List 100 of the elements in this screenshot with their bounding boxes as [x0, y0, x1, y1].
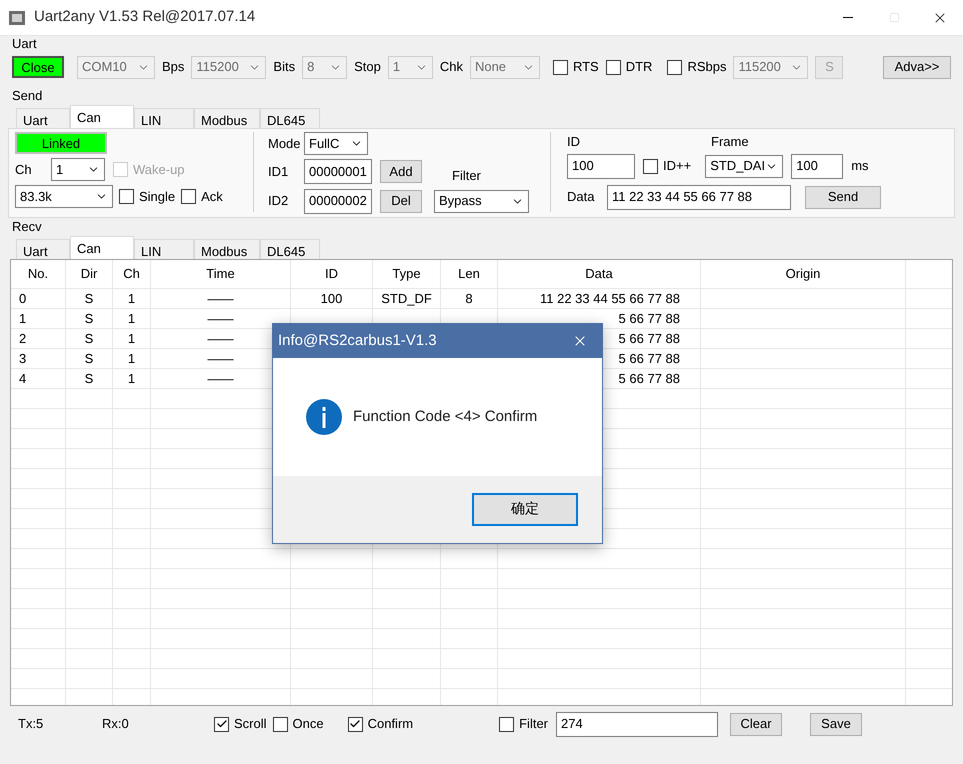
table-cell-text: 5 66 77 88	[618, 350, 680, 368]
tab[interactable]: Can	[70, 105, 134, 128]
table-cell-text: S	[84, 290, 94, 308]
table-cell-text: 8	[465, 290, 473, 308]
table-cell-text: 1	[128, 370, 136, 388]
checkbox-label: Once	[292, 715, 324, 734]
close-port-button[interactable]: Close	[12, 56, 64, 78]
group-label: Recv	[12, 220, 43, 234]
checkbox[interactable]	[348, 716, 363, 732]
dropdown[interactable]: FullC	[304, 132, 368, 155]
table-cell-text: ——	[208, 330, 234, 348]
table-cell-text: 5 66 77 88	[618, 370, 680, 388]
checkbox-label: ID++	[663, 157, 692, 176]
linked-indicator: Linked	[15, 132, 107, 154]
del-button[interactable]: Del	[380, 190, 422, 212]
table-cell-text: 3	[19, 350, 26, 368]
checkbox-label: Scroll	[234, 715, 267, 734]
tab[interactable]: Modbus	[194, 108, 260, 128]
checkbox[interactable]	[667, 60, 682, 74]
table-cell-text: 1	[19, 310, 26, 328]
id2-field[interactable]: 00000002	[304, 188, 372, 214]
tab[interactable]: Modbus	[194, 239, 260, 259]
tab[interactable]: LIN	[134, 108, 194, 128]
table-cell-text: ——	[208, 310, 234, 328]
checkbox[interactable]	[643, 158, 658, 174]
check-icon	[216, 718, 228, 730]
table-cell-text: S	[84, 330, 94, 348]
checkbox[interactable]	[606, 60, 621, 74]
checkbox[interactable]	[272, 716, 288, 732]
checkbox-label: Wake-up	[133, 160, 185, 179]
table-cell-text: S	[84, 310, 94, 328]
rx-count: Rx:0	[102, 715, 130, 734]
check-icon	[349, 718, 362, 730]
dropdown[interactable]: 83.3k	[15, 185, 113, 208]
chk-label: Chk	[440, 58, 463, 76]
group-label: Uart	[12, 37, 38, 51]
tab[interactable]: DL645	[260, 108, 320, 128]
checkbox-label: DTR	[626, 58, 652, 76]
tab[interactable]: LIN	[134, 239, 194, 259]
data-field[interactable]: 11 22 33 44 55 66 77 88	[607, 184, 791, 210]
filter-label: Filter	[452, 167, 481, 185]
maximize-icon	[888, 12, 900, 23]
table-cell-text: 100	[320, 290, 342, 308]
table-cell-text: STD_DF	[381, 290, 432, 308]
advanced-button[interactable]: Adva>>	[883, 56, 951, 78]
id-label: ID	[567, 133, 581, 151]
stop-label: Stop	[354, 58, 381, 76]
table-cell-text: 1	[128, 350, 136, 368]
ch-label: Ch	[15, 160, 33, 179]
table-cell-text: 1	[128, 290, 136, 308]
id2-label: ID2	[268, 192, 290, 210]
dialog-title: Info@RS2carbus1-V1.3	[278, 330, 437, 351]
checkbox[interactable]	[181, 189, 196, 204]
filter-field[interactable]: 274	[556, 712, 718, 736]
table-cell-text: ——	[208, 290, 234, 308]
tab[interactable]: Uart	[16, 108, 70, 128]
data-label: Data	[567, 188, 596, 206]
column-header: Time	[206, 265, 235, 284]
window-title: Uart2any V1.53 Rel@2017.07.14	[34, 7, 256, 28]
send-button[interactable]: Send	[805, 186, 881, 208]
checkbox[interactable]	[214, 716, 229, 732]
ok-button[interactable]: 确定	[472, 493, 578, 526]
column-header: Type	[392, 265, 421, 284]
table-cell-text: 1	[128, 310, 136, 328]
save-button[interactable]: Save	[810, 712, 862, 736]
tab[interactable]: Uart	[16, 239, 70, 259]
checkbox[interactable]	[499, 716, 514, 732]
clear-button[interactable]: Clear	[730, 712, 782, 736]
table-cell-text: 0	[19, 290, 26, 308]
table-cell-text: ——	[208, 370, 234, 388]
table-cell-text: 4	[19, 370, 26, 388]
id1-label: ID1	[268, 163, 290, 181]
table-cell-text: S	[84, 350, 94, 368]
id-field[interactable]: 100	[567, 154, 635, 178]
frame-label: Frame	[711, 133, 749, 151]
bits-label: Bits	[273, 58, 296, 76]
dropdown[interactable]: Bypass	[434, 190, 529, 212]
group-label: Send	[12, 89, 44, 103]
add-button[interactable]: Add	[380, 160, 422, 184]
info-icon	[305, 398, 343, 436]
dialog-message: Function Code <4> Confirm	[353, 406, 538, 427]
column-header: Data	[585, 265, 613, 284]
tab[interactable]: DL645	[260, 239, 320, 259]
mode-label: Mode	[268, 134, 300, 153]
table-cell-text: 1	[128, 330, 136, 348]
checkbox[interactable]	[119, 189, 134, 204]
tab[interactable]: Can	[70, 236, 134, 259]
table-cell-text: 5 66 77 88	[618, 330, 680, 348]
checkbox[interactable]	[552, 60, 568, 74]
checkbox-label: RTS	[572, 58, 599, 76]
column-header: No.	[28, 265, 48, 284]
dropdown[interactable]: STD_DAI	[705, 154, 784, 178]
interval-field[interactable]: 100	[791, 154, 844, 178]
dropdown[interactable]: 1	[51, 158, 105, 181]
bps-label: Bps	[162, 58, 184, 76]
checkbox-label: Single	[139, 188, 176, 206]
column-header: Len	[458, 265, 480, 284]
column-header: Dir	[80, 265, 98, 284]
id1-field[interactable]: 00000001	[304, 159, 372, 184]
minimize-icon	[843, 17, 853, 18]
